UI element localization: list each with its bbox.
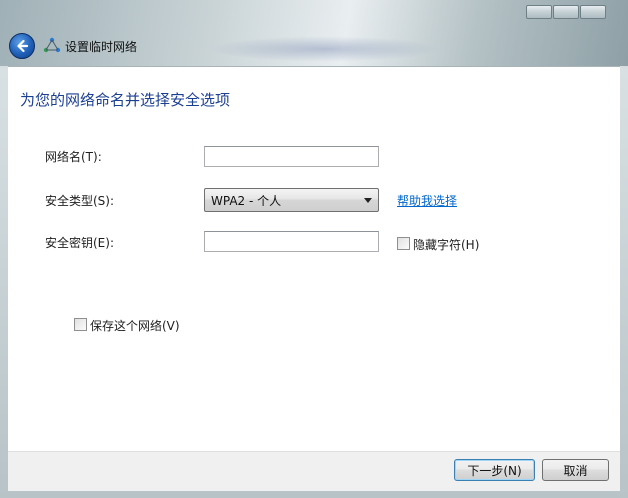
caption-buttons: [526, 5, 606, 19]
security-type-select[interactable]: WPA2 - 个人: [204, 188, 379, 212]
security-type-label: 安全类型(S):: [45, 194, 115, 208]
button-bar: 下一步(N) 取消: [8, 451, 620, 491]
help-me-choose-link[interactable]: 帮助我选择: [397, 192, 457, 209]
glass-blur: [210, 36, 440, 62]
minimize-button[interactable]: [526, 5, 552, 19]
network-wizard-icon: [43, 37, 61, 53]
page-heading: 为您的网络命名并选择安全选项: [20, 91, 231, 109]
wizard-content: 为您的网络命名并选择安全选项 网络名(T): 安全类型(S): WPA2 - 个…: [8, 66, 620, 451]
security-type-value: WPA2 - 个人: [211, 193, 282, 208]
back-arrow-icon: [17, 39, 29, 53]
hide-characters-label: 隐藏字符(H): [413, 238, 480, 252]
security-key-label: 安全密钥(E):: [45, 236, 114, 250]
cancel-button[interactable]: 取消: [542, 459, 609, 481]
security-key-input[interactable]: [204, 231, 379, 252]
chevron-down-icon: [364, 198, 372, 203]
close-button[interactable]: [580, 5, 606, 19]
dialog-window: 设置临时网络 为您的网络命名并选择安全选项 网络名(T): 安全类型(S): W…: [0, 0, 628, 498]
next-button[interactable]: 下一步(N): [454, 459, 535, 481]
save-network-label: 保存这个网络(V): [90, 319, 180, 333]
network-name-input[interactable]: [204, 146, 379, 167]
save-network-checkbox[interactable]: [74, 318, 87, 331]
maximize-button[interactable]: [553, 5, 579, 19]
hide-characters-checkbox[interactable]: [397, 237, 410, 250]
network-name-label: 网络名(T):: [45, 150, 102, 164]
back-button[interactable]: [9, 33, 35, 59]
window-title: 设置临时网络: [65, 40, 138, 54]
